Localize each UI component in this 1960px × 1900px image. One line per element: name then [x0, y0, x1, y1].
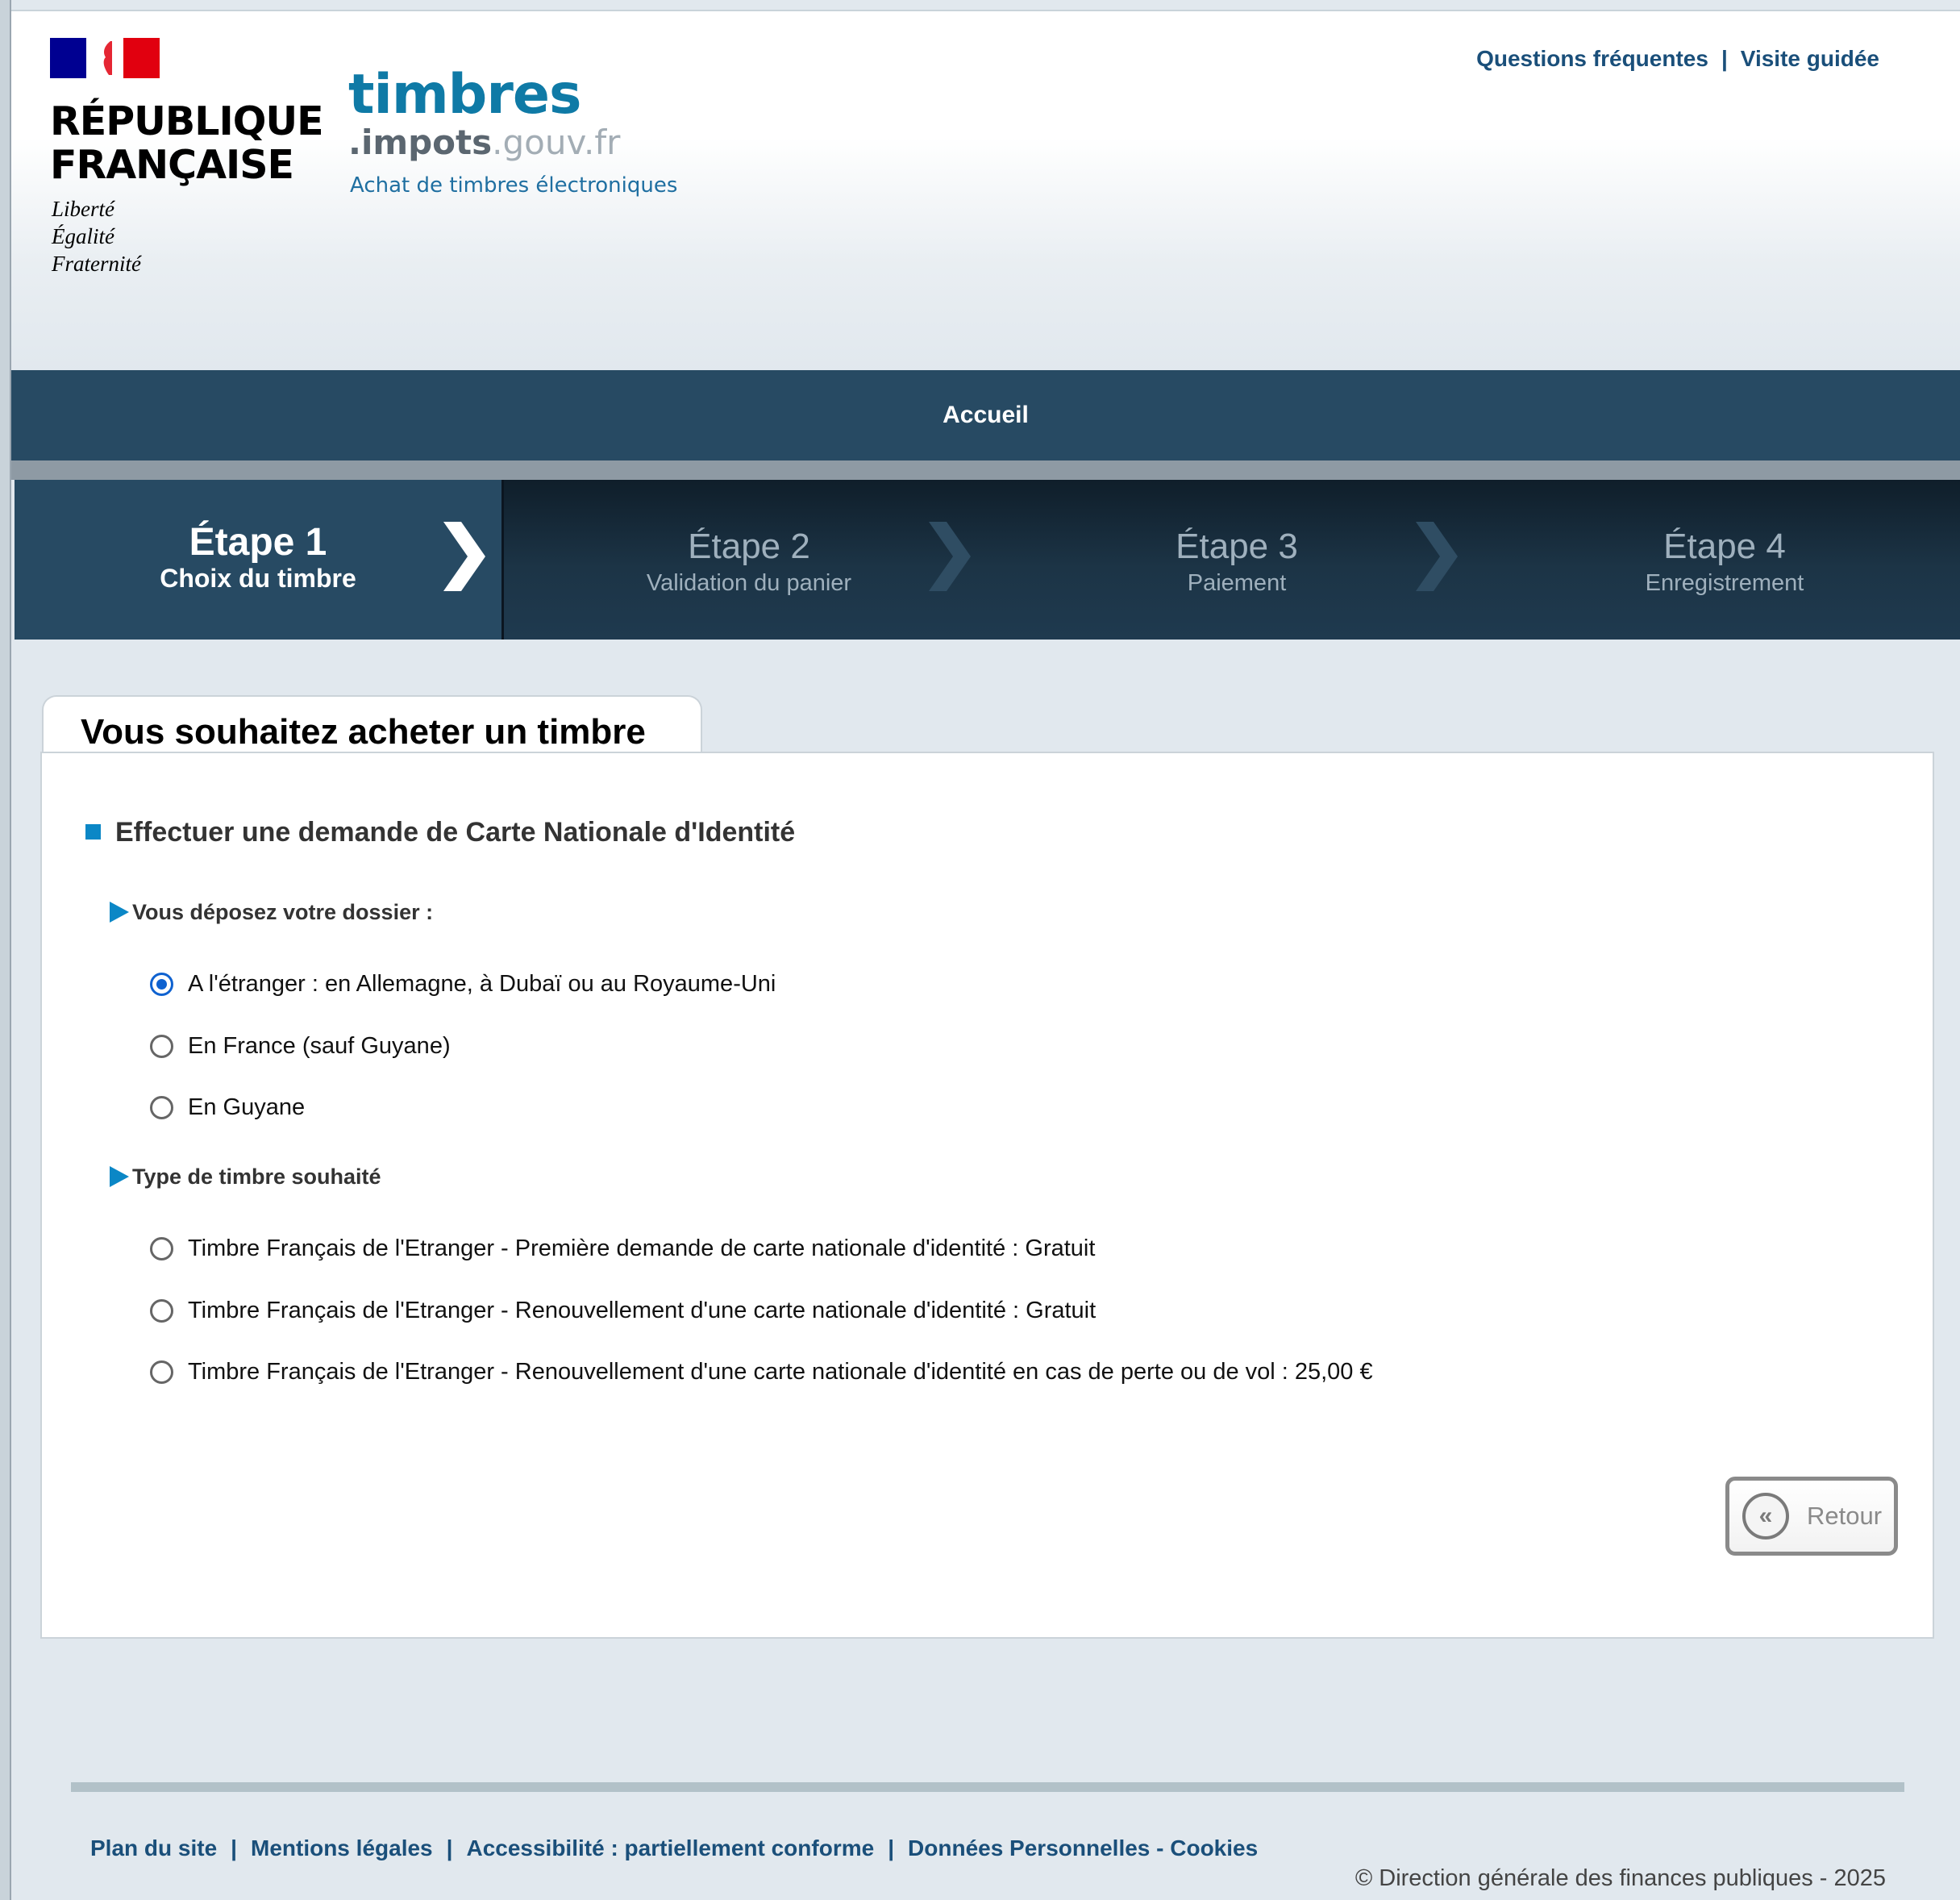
stamp-type-heading: Type de timbre souhaité [110, 1163, 381, 1190]
chevron-right-icon [1416, 522, 1458, 591]
radio-button[interactable] [150, 1360, 173, 1384]
step-2: Étape 2 Validation du panier [506, 480, 992, 640]
personal-data-cookies-link[interactable]: Données Personnelles - Cookies [908, 1835, 1258, 1860]
option-label: Timbre Français de l'Etranger - Renouvel… [188, 1359, 1373, 1385]
stamp-option-first-request[interactable]: Timbre Français de l'Etranger - Première… [150, 1234, 1095, 1263]
stamp-selection-form: Effectuer une demande de Carte Nationale… [40, 752, 1934, 1639]
option-label: En Guyane [188, 1094, 306, 1120]
republique-francaise-wordmark: RÉPUBLIQUE FRANÇAISE [50, 98, 324, 188]
nav-divider [11, 460, 1960, 480]
step-4: Étape 4 Enregistrement [1481, 480, 1960, 640]
main-nav: Accueil [11, 370, 1960, 460]
deposit-option-abroad[interactable]: A l'étranger : en Allemagne, à Dubaï ou … [150, 969, 776, 998]
nav-home-link[interactable]: Accueil [943, 402, 1029, 429]
back-button[interactable]: « Retour [1725, 1477, 1898, 1556]
page: RÉPUBLIQUE FRANÇAISE Liberté Égalité Fra… [11, 0, 1960, 1900]
accessibility-link[interactable]: Accessibilité : partiellement conforme [466, 1835, 874, 1860]
site-brand-domain: .impots.gouv.fr [348, 123, 621, 162]
footer-links: Plan du site | Mentions légales | Accessibil… [90, 1835, 1259, 1860]
option-label: En France (sauf Guyane) [188, 1033, 451, 1059]
footer-divider [71, 1782, 1904, 1792]
step-1: Étape 1 Choix du timbre [15, 480, 504, 640]
section-title: Effectuer une demande de Carte Nationale… [85, 816, 795, 848]
faq-link[interactable]: Questions fréquentes [1476, 46, 1708, 71]
option-label: A l'étranger : en Allemagne, à Dubaï ou … [188, 971, 776, 997]
header-links: Questions fréquentes | Visite guidée [1476, 46, 1879, 71]
step-2-subtitle: Validation du panier [646, 570, 852, 596]
motto-egalite: Égalité [52, 224, 114, 248]
site-map-link[interactable]: Plan du site [90, 1835, 217, 1860]
chevron-right-icon [929, 522, 971, 591]
stamp-option-renewal[interactable]: Timbre Français de l'Etranger - Renouvel… [150, 1296, 1096, 1325]
step-3-subtitle: Paiement [1187, 570, 1287, 596]
page-title: Vous souhaitez acheter un timbre [81, 712, 646, 752]
chevron-right-icon [443, 522, 485, 591]
radio-button[interactable] [150, 1034, 173, 1058]
step-2-title: Étape 2 [688, 527, 810, 566]
site-header: RÉPUBLIQUE FRANÇAISE Liberté Égalité Fra… [11, 10, 1960, 372]
step-3: Étape 3 Paiement [993, 480, 1480, 640]
step-1-subtitle: Choix du timbre [160, 564, 356, 593]
marianne-profile-icon [103, 41, 112, 75]
square-bullet-icon [85, 823, 101, 840]
form-tab: Vous souhaitez acheter un timbre [42, 695, 702, 755]
stamp-option-renewal-loss-theft[interactable]: Timbre Français de l'Etranger - Renouvel… [150, 1357, 1373, 1386]
deposit-option-france[interactable]: En France (sauf Guyane) [150, 1031, 451, 1060]
step-4-title: Étape 4 [1663, 527, 1786, 566]
triangle-right-icon [110, 1165, 129, 1187]
republique-francaise-flag-logo [50, 38, 160, 78]
back-button-label: Retour [1807, 1502, 1883, 1530]
triangle-right-icon [110, 901, 129, 923]
left-edge [0, 0, 11, 1900]
radio-button[interactable] [150, 972, 173, 996]
option-label: Timbre Français de l'Etranger - Renouvel… [188, 1298, 1097, 1323]
deposit-heading: Vous déposez votre dossier : [110, 898, 433, 926]
guided-tour-link[interactable]: Visite guidée [1741, 46, 1879, 71]
site-brand-name[interactable]: timbres [348, 66, 581, 124]
deposit-option-guyane[interactable]: En Guyane [150, 1093, 305, 1122]
copyright-notice: © Direction générale des finances publiq… [1355, 1865, 1886, 1891]
step-1-title: Étape 1 [189, 521, 327, 564]
double-chevron-left-icon: « [1742, 1493, 1789, 1540]
legal-notice-link[interactable]: Mentions légales [251, 1835, 433, 1860]
radio-button[interactable] [150, 1095, 173, 1119]
site-brand-subtitle: Achat de timbres électroniques [350, 173, 678, 198]
option-label: Timbre Français de l'Etranger - Première… [188, 1235, 1096, 1261]
progress-steps: Étape 1 Choix du timbre Étape 2 Validati… [15, 480, 1960, 640]
step-3-title: Étape 3 [1176, 527, 1298, 566]
step-4-subtitle: Enregistrement [1645, 570, 1804, 596]
motto-liberte: Liberté [52, 197, 114, 221]
republic-motto: Liberté Égalité Fraternité [52, 195, 141, 277]
motto-fraternite: Fraternité [52, 252, 141, 276]
radio-button[interactable] [150, 1298, 173, 1323]
radio-button[interactable] [150, 1236, 173, 1260]
